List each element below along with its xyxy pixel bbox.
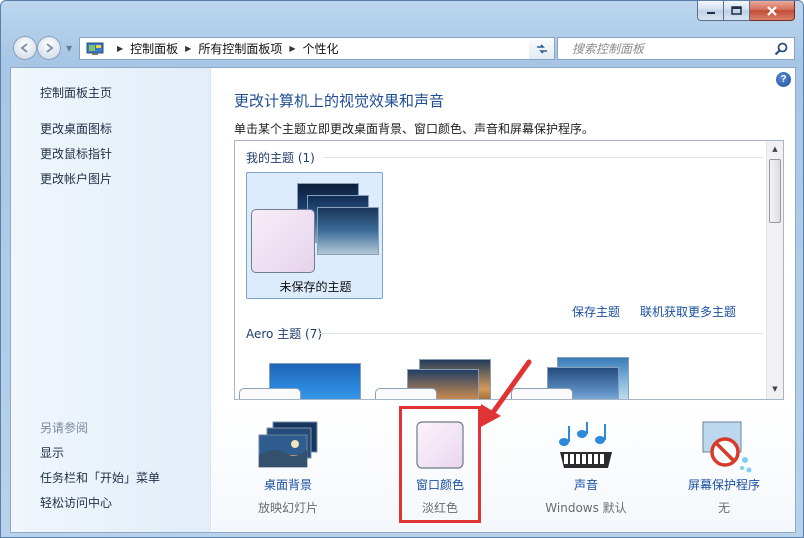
breadcrumb-all-items[interactable]: 所有控制面板项 (198, 40, 282, 57)
save-theme-link[interactable]: 保存主题 (572, 303, 620, 320)
arrow-left-icon (20, 43, 28, 53)
highlight-arrow-icon (479, 359, 532, 428)
help-icon: ? (780, 74, 787, 85)
sidebar-link-change-mouse-pointers[interactable]: 更改鼠标指针 (40, 145, 112, 162)
sidebar: 控制面板主页 更改桌面图标 更改鼠标指针 更改帐户图片 另请参阅 显示 任务栏和… (11, 68, 211, 532)
screen-saver-item[interactable]: 屏幕保护程序 无 (654, 402, 794, 532)
group-divider (319, 333, 763, 334)
arrow-right-icon (46, 43, 54, 53)
caption-buttons (697, 1, 795, 23)
sidebar-link-control-panel-home[interactable]: 控制面板主页 (40, 84, 112, 101)
maximize-icon (731, 6, 742, 15)
refresh-button[interactable] (529, 37, 555, 60)
back-button[interactable] (13, 36, 37, 60)
theme-item-label: 未保存的主题 (279, 280, 352, 294)
search-icon[interactable] (774, 42, 788, 56)
sidebar-link-change-account-picture[interactable]: 更改帐户图片 (40, 170, 112, 187)
breadcrumb-control-panel[interactable]: 控制面板 (130, 40, 178, 57)
page-title: 更改计算机上的视觉效果和声音 (234, 92, 445, 110)
aero-theme-window-thumbnail (239, 388, 301, 399)
theme-list-scrollbar[interactable]: ▲ ▼ (766, 141, 783, 399)
sidebar-see-also-heading: 另请参阅 (40, 421, 89, 435)
theme-window-color-thumbnail (251, 209, 315, 273)
scroll-down-arrow[interactable]: ▼ (767, 381, 783, 397)
sounds-item[interactable]: 声音 Windows 默认 (516, 402, 656, 532)
aero-theme-window-thumbnail (375, 388, 437, 399)
search-placeholder: 搜索控制面板 (572, 42, 645, 56)
sidebar-link-ease-of-access[interactable]: 轻松访问中心 (40, 494, 112, 511)
aero-themes-group-header[interactable]: Aero 主题 (7) (246, 325, 322, 342)
close-icon (767, 5, 777, 16)
breadcrumb-separator[interactable]: ▶ (289, 44, 295, 53)
breadcrumb-personalization[interactable]: 个性化 (303, 40, 339, 57)
desktop-background-value: 放映幻灯片 (257, 501, 318, 515)
minimize-button[interactable] (697, 1, 724, 21)
theme-item-unsaved[interactable]: 未保存的主题 (246, 172, 383, 299)
recent-pages-dropdown[interactable]: ▼ (66, 44, 72, 53)
scrollbar-thumb[interactable] (769, 159, 781, 223)
sidebar-link-taskbar-start-menu[interactable]: 任务栏和「开始」菜单 (40, 469, 160, 486)
close-button[interactable] (750, 1, 795, 21)
search-box[interactable]: 搜索控制面板 (557, 37, 795, 60)
sidebar-link-display[interactable]: 显示 (40, 444, 64, 461)
get-more-themes-online-link[interactable]: 联机获取更多主题 (640, 303, 736, 320)
desktop-background-item[interactable]: 桌面背景 放映幻灯片 (218, 402, 358, 532)
desktop-background-icon (258, 421, 318, 468)
navigation-bar: ▼ ▶ 控制面板 ▶ 所有控制面板项 ▶ 个性化 ▼ 搜索控制面板 (11, 34, 795, 62)
group-divider (323, 157, 763, 158)
forward-button[interactable] (37, 36, 61, 60)
address-bar[interactable]: ▶ 控制面板 ▶ 所有控制面板项 ▶ 个性化 ▼ (79, 37, 543, 60)
control-panel-icon (86, 42, 104, 55)
theme-thumbnail-back (317, 207, 379, 255)
breadcrumb-separator[interactable]: ▶ (185, 44, 191, 53)
breadcrumb-separator: ▶ (117, 44, 124, 53)
screen-saver-value: 无 (717, 501, 730, 515)
my-themes-group-header[interactable]: 我的主题 (1) (246, 149, 315, 166)
help-button[interactable]: ? (776, 72, 791, 87)
page-description: 单击某个主题立即更改桌面背景、窗口颜色、声音和屏幕保护程序。 (234, 122, 595, 136)
sounds-value: Windows 默认 (545, 501, 627, 515)
scroll-up-arrow[interactable]: ▲ (767, 141, 783, 157)
screen-saver-icon (702, 421, 752, 473)
desktop-background-label[interactable]: 桌面背景 (218, 476, 358, 493)
maximize-button[interactable] (724, 1, 750, 21)
minimize-icon (706, 11, 715, 14)
sidebar-link-change-desktop-icons[interactable]: 更改桌面图标 (40, 120, 112, 137)
personalization-window: ▼ ▶ 控制面板 ▶ 所有控制面板项 ▶ 个性化 ▼ 搜索控制面板 控制面 (0, 0, 804, 538)
sounds-label[interactable]: 声音 (516, 476, 656, 493)
screen-saver-label[interactable]: 屏幕保护程序 (654, 476, 794, 493)
refresh-icon (536, 43, 547, 54)
sounds-icon (559, 422, 612, 468)
